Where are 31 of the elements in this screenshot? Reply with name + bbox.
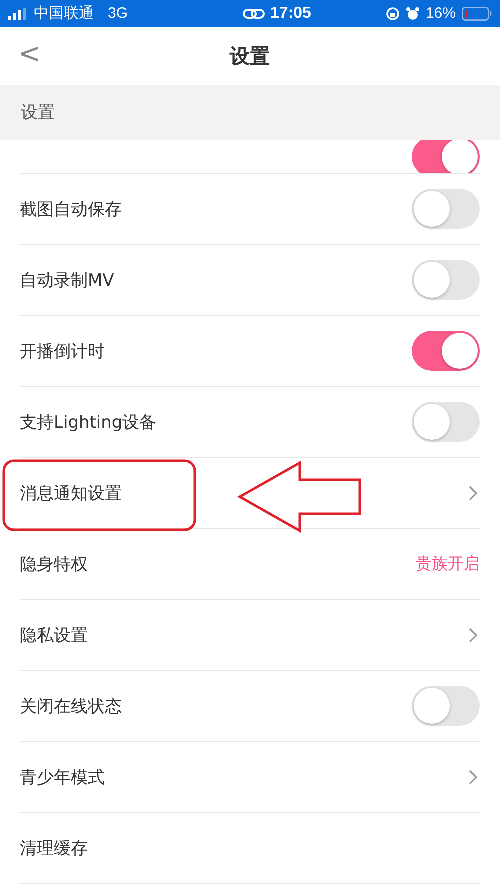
toggle-switch[interactable] <box>412 402 480 442</box>
chevron-icon <box>469 628 478 642</box>
signal-icon <box>8 8 28 20</box>
setting-label: 开播倒计时 <box>20 340 105 362</box>
link-icon <box>242 8 265 20</box>
setting-label: 支持Lighting设备 <box>20 412 157 434</box>
toggle-switch[interactable] <box>412 331 480 371</box>
clock-time: 17:05 <box>270 4 312 22</box>
setting-label: 青少年模式 <box>20 766 105 788</box>
toggle-switch[interactable] <box>412 189 480 229</box>
battery-percent: 16% <box>426 5 456 22</box>
network-type: 3G <box>108 5 128 22</box>
section-title: 设置 <box>21 102 55 124</box>
chevron-icon <box>469 486 478 500</box>
setting-label: 截图自动保存 <box>20 198 122 220</box>
toggle-switch[interactable] <box>412 140 480 173</box>
setting-label: 自动录制MV <box>20 270 114 292</box>
carrier-name: 中国联通 <box>34 4 94 23</box>
toggle-switch[interactable] <box>412 686 480 726</box>
setting-value[interactable]: 贵族开启 <box>416 554 480 574</box>
rotation-lock-icon <box>386 6 400 20</box>
battery-icon <box>462 6 492 20</box>
chevron-icon <box>469 770 478 784</box>
toggle-switch[interactable] <box>412 260 480 300</box>
back-button[interactable]: < <box>18 39 42 69</box>
setting-label: 隐私设置 <box>20 624 88 646</box>
setting-label: 消息通知设置 <box>20 482 122 504</box>
setting-label: 清理缓存 <box>20 838 88 860</box>
setting-label: 隐身特权 <box>20 554 88 576</box>
setting-label: 关闭在线状态 <box>20 696 122 718</box>
page-title: 设置 <box>230 42 270 70</box>
